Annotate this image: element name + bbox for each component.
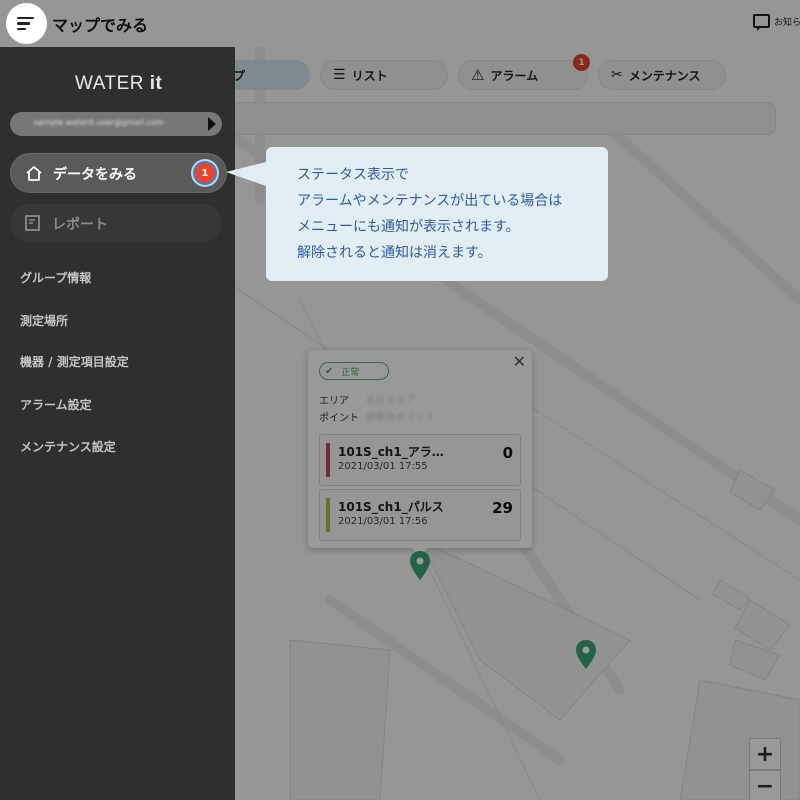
hamburger-icon bbox=[17, 16, 34, 20]
callout-line: メニューにも通知が表示されます。 bbox=[297, 219, 520, 235]
callout-line: アラームやメンテナンスが出ている場合は bbox=[297, 193, 563, 209]
side-drawer: WATER it sample.waterit.user@gmail.com デ… bbox=[0, 47, 235, 800]
app-logo: WATER it bbox=[75, 73, 163, 94]
account-selector[interactable]: sample.waterit.user@gmail.com bbox=[10, 112, 222, 136]
help-callout: ステータス表示で アラームやメンテナンスが出ている場合は メニューにも通知が表示… bbox=[226, 147, 608, 281]
menu-item-group-info[interactable]: グループ情報 bbox=[20, 269, 91, 286]
menu-item-alarm-settings[interactable]: アラーム設定 bbox=[20, 396, 92, 413]
callout-line: ステータス表示で bbox=[297, 167, 409, 183]
nav-item-report[interactable]: レポート bbox=[10, 204, 222, 242]
account-email: sample.waterit.user@gmail.com bbox=[34, 118, 164, 127]
menu-item-locations[interactable]: 測定場所 bbox=[20, 312, 68, 329]
notification-badge: 1 bbox=[193, 161, 217, 185]
callout-line: 解除されると通知は消えます。 bbox=[297, 245, 492, 261]
nav-item-report-label: レポート bbox=[52, 217, 108, 233]
menu-item-device-settings[interactable]: 機器 / 測定項目設定 bbox=[20, 353, 129, 370]
menu-item-maintenance-settings[interactable]: メンテナンス設定 bbox=[20, 438, 116, 455]
nav-item-data-label: データをみる bbox=[53, 167, 137, 183]
menu-button[interactable] bbox=[6, 3, 47, 44]
caret-right-icon bbox=[208, 117, 216, 131]
home-icon bbox=[26, 166, 42, 181]
report-icon bbox=[25, 215, 40, 231]
